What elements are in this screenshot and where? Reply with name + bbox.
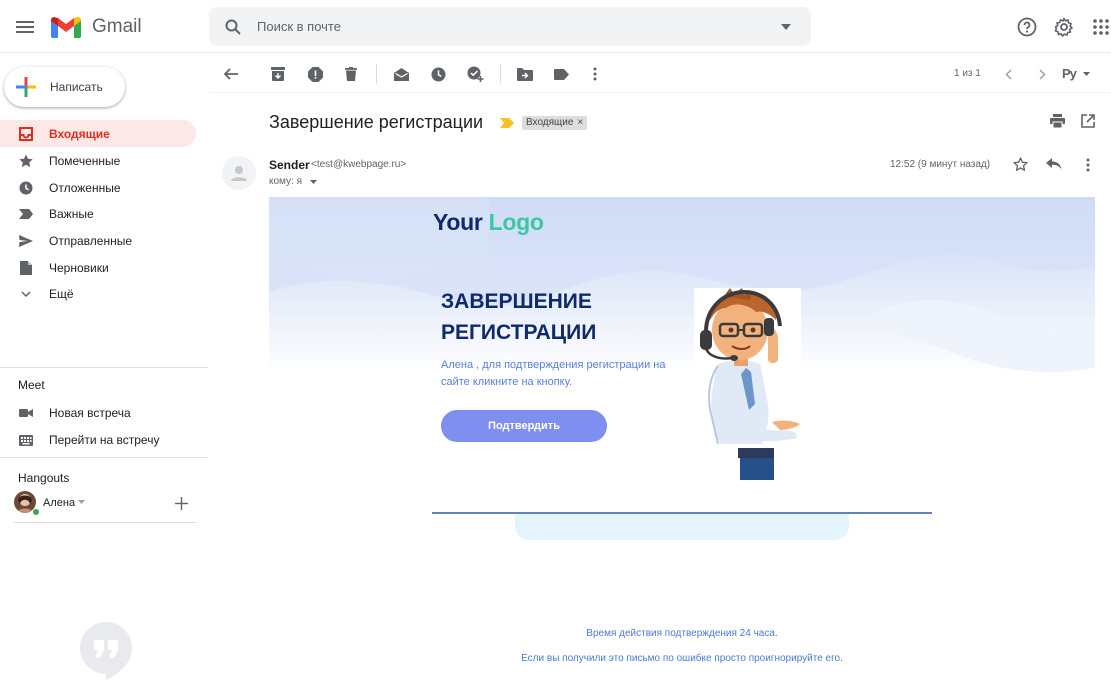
label-tag-icon[interactable]	[552, 65, 570, 83]
snooze-clock-icon[interactable]	[429, 65, 447, 83]
headline-line-1: ЗАВЕРШЕНИЕ	[441, 290, 592, 313]
support-agent-illustration	[694, 288, 801, 480]
toolbar-separator	[376, 64, 377, 84]
email-headline: ЗАВЕРШЕНИЕ РЕГИСТРАЦИИ	[441, 286, 661, 348]
email-body-text: Алена , для подтверждения регистрации на…	[441, 359, 666, 388]
gmail-logo-icon[interactable]	[50, 15, 82, 39]
main-menu-icon[interactable]	[14, 16, 36, 38]
delete-trash-icon[interactable]	[342, 65, 360, 83]
apps-grid-icon[interactable]	[1090, 16, 1111, 38]
remove-label-icon[interactable]: ×	[577, 116, 583, 130]
sidebar-item-label: Черновики	[49, 261, 109, 275]
add-to-tasks-icon[interactable]	[466, 65, 484, 83]
inbox-label-chip[interactable]: Входящие ×	[522, 116, 588, 130]
sidebar-item-inbox[interactable]: Входящие	[0, 120, 196, 147]
search-icon[interactable]	[223, 17, 243, 37]
message-time: 12:52 (9 минут назад)	[890, 159, 991, 170]
email-footnote-validity: Время действия подтверждения 24 часа.	[586, 628, 778, 639]
inbox-icon	[18, 126, 34, 142]
sidebar-item-starred[interactable]: Помеченные	[0, 147, 196, 174]
hangouts-user-name[interactable]: Алена	[43, 497, 75, 509]
compose-label: Написать	[50, 80, 103, 94]
sidebar-item-snoozed[interactable]: Отложенные	[0, 174, 196, 201]
add-contact-icon[interactable]	[175, 497, 188, 510]
sidebar-item-label: Отправленные	[49, 234, 133, 248]
help-icon[interactable]	[1016, 16, 1038, 38]
search-input[interactable]: Поиск в почте	[257, 19, 341, 34]
hangouts-section-title: Hangouts	[18, 471, 70, 485]
sidebar-item-label: Помеченные	[49, 154, 121, 168]
divider	[209, 92, 1111, 93]
open-new-window-icon[interactable]	[1081, 114, 1095, 128]
user-dropdown-icon[interactable]	[78, 500, 85, 504]
sender-email: <test@kwebpage.ru>	[311, 159, 407, 170]
move-to-icon[interactable]	[516, 65, 534, 83]
recipient-line: кому: я	[269, 176, 303, 187]
email-footer-panel	[515, 514, 849, 540]
meet-section-title: Meet	[18, 378, 45, 392]
videocam-icon	[18, 405, 34, 421]
sidebar-item-label: Важные	[49, 207, 94, 221]
divider	[14, 522, 196, 523]
sender-name[interactable]: Sender	[269, 158, 310, 172]
input-tools-button[interactable]: Ру	[1062, 66, 1077, 81]
sender-avatar	[222, 156, 256, 190]
hangouts-quote-icon[interactable]	[80, 622, 132, 680]
archive-icon[interactable]	[269, 65, 287, 83]
mark-unread-icon[interactable]	[392, 65, 410, 83]
star-icon	[18, 153, 34, 169]
reply-icon[interactable]	[1046, 158, 1062, 170]
pagination-text: 1 из 1	[954, 68, 981, 79]
search-box[interactable]: Поиск в почте	[209, 7, 811, 46]
app-name: Gmail	[92, 16, 142, 37]
meet-item-label: Новая встреча	[49, 406, 131, 420]
email-banner	[269, 197, 1095, 517]
plus-icon	[16, 77, 36, 97]
sidebar-item-drafts[interactable]: Черновики	[0, 254, 196, 281]
divider	[0, 367, 208, 368]
send-icon	[18, 233, 34, 249]
newer-chevron-icon[interactable]	[999, 65, 1017, 83]
sidebar-item-important[interactable]: Важные	[0, 200, 196, 227]
meet-item-label: Перейти на встречу	[49, 433, 160, 447]
meet-join-meeting[interactable]: Перейти на встречу	[0, 426, 196, 453]
email-footnote-ignore: Если вы получили это письмо по ошибке пр…	[521, 653, 843, 664]
compose-button[interactable]: Написать	[4, 67, 125, 107]
important-icon	[18, 206, 34, 222]
logo-word-1: Your	[433, 209, 483, 235]
clock-icon	[18, 180, 34, 196]
confirm-button[interactable]: Подтвердить	[441, 410, 607, 442]
keyboard-icon	[18, 432, 34, 448]
top-bar: Gmail Поиск в почте	[0, 0, 1111, 53]
logo-word-2: Logo	[488, 209, 544, 235]
divider	[0, 457, 208, 458]
label-chip-text: Входящие	[526, 117, 574, 128]
sidebar-item-sent[interactable]: Отправленные	[0, 227, 196, 254]
draft-icon	[18, 260, 34, 276]
star-outline-icon[interactable]	[1013, 157, 1028, 172]
email-logo: Your Logo	[433, 209, 544, 236]
headline-line-2: РЕГИСТРАЦИИ	[441, 321, 597, 344]
online-status-icon	[32, 508, 40, 516]
importance-marker-icon[interactable]	[500, 118, 514, 128]
chevron-down-icon	[18, 286, 34, 302]
sidebar-item-label: Ещё	[49, 287, 74, 301]
report-spam-icon[interactable]	[306, 65, 324, 83]
sidebar-item-label: Входящие	[49, 127, 110, 141]
settings-gear-icon[interactable]	[1053, 16, 1075, 38]
back-arrow-icon[interactable]	[222, 65, 240, 83]
input-tools-dropdown-icon[interactable]	[1083, 72, 1090, 76]
message-more-icon[interactable]	[1086, 158, 1090, 172]
print-icon[interactable]	[1050, 114, 1065, 128]
meet-new-meeting[interactable]: Новая встреча	[0, 399, 196, 426]
toolbar-separator	[500, 64, 501, 84]
older-chevron-icon[interactable]	[1033, 65, 1051, 83]
email-subject: Завершение регистрации	[269, 112, 484, 132]
more-vertical-icon[interactable]	[586, 65, 604, 83]
search-options-icon[interactable]	[779, 21, 793, 33]
sidebar-item-more[interactable]: Ещё	[0, 280, 196, 307]
recipient-details-icon[interactable]	[310, 180, 317, 184]
sidebar-item-label: Отложенные	[49, 181, 121, 195]
